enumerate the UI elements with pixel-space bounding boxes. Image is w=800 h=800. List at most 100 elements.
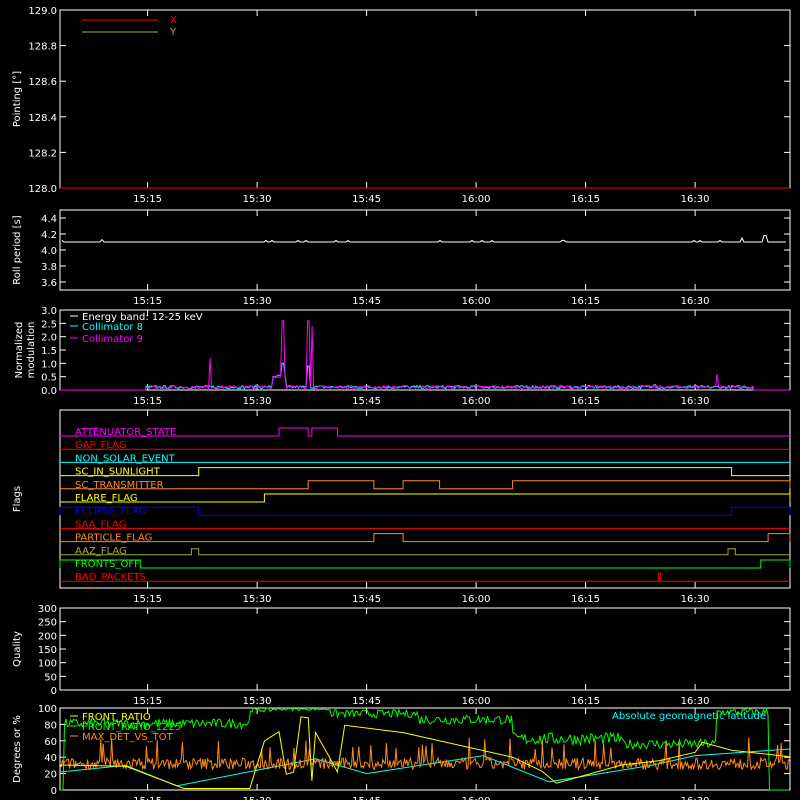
y-axis-label: Pointing [°] <box>12 71 23 127</box>
y-tick-label: 4.4 <box>41 214 57 225</box>
flag-label-aaz_flag: AAZ_FLAG <box>75 546 127 557</box>
x-tick-label: 16:00 <box>462 296 491 307</box>
x-tick-label: 16:15 <box>571 796 600 800</box>
y-tick-label: 128.6 <box>28 77 57 88</box>
flag-label-bad_packets: BAD_PACKETS <box>75 572 146 583</box>
x-tick-label: 15:45 <box>352 594 381 605</box>
x-tick-label: 15:15 <box>133 194 162 205</box>
y-axis-label: modulation <box>26 322 37 379</box>
flag-line-sc_in_sunlight <box>60 467 790 477</box>
y-tick-label: 50 <box>44 672 57 683</box>
y-axis-label: Flags <box>12 486 23 512</box>
x-tick-label: 16:00 <box>462 594 491 605</box>
y-tick-label: 0 <box>51 686 57 697</box>
flag-line-bad_packets <box>60 572 790 582</box>
flag-label-eclipse_flag: ECLIPSE_FLAG <box>75 506 146 517</box>
y-tick-label: 300 <box>38 604 57 615</box>
x-tick-label: 15:30 <box>243 194 272 205</box>
flag-line-eclipse_flag <box>59 506 791 516</box>
panel-1-frame <box>59 209 791 291</box>
x-tick-label: 16:30 <box>681 796 710 800</box>
x-tick-label: 15:30 <box>243 594 272 605</box>
y-tick-label: 128.4 <box>28 113 57 124</box>
x-tick-label: 16:30 <box>681 296 710 307</box>
flag-label-gap_flag: GAP_FLAG <box>75 440 127 451</box>
y-tick-label: 3.8 <box>41 262 57 273</box>
flag-label-saa_flag: SAA_FLAG <box>75 519 126 530</box>
flag-label-particle_flag: PARTICLE_FLAG <box>75 533 152 544</box>
x-tick-label: 16:30 <box>681 594 710 605</box>
y-axis-label: Quality <box>12 631 23 667</box>
legend-label-collimator: Collimator 9 <box>82 334 143 345</box>
x-tick-label: 16:30 <box>681 396 710 407</box>
flag-label-non_solar_event: NON_SOLAR_EVENT <box>75 453 176 464</box>
panel-4-frame <box>59 607 791 691</box>
rhessi-summary-plot: 15:15 15:30 15:45 16:00 16:15 16:30 128.0 128.2… <box>12 6 791 800</box>
flag-label-sc_in_sunlight: SC_IN_SUNLIGHT <box>75 467 161 478</box>
x-tick-label: 15:30 <box>243 296 272 307</box>
y-tick-label: 100 <box>38 659 57 670</box>
x-tick-label: 15:45 <box>352 296 381 307</box>
y-tick-label: 128.8 <box>28 42 57 53</box>
y-tick-label: 4.2 <box>41 230 57 241</box>
legend-label-y: Y <box>169 27 177 38</box>
x-tick-label: 15:15 <box>133 594 162 605</box>
y-tick-label: 1.5 <box>41 346 57 357</box>
x-tick-label: 16:15 <box>571 194 600 205</box>
y-tick-label: 100 <box>38 704 57 715</box>
x-tick-label: 16:00 <box>462 696 491 707</box>
flag-line-sc_transmitter <box>60 480 791 490</box>
y-tick-label: 3.6 <box>41 278 57 289</box>
y-tick-label: 3.0 <box>41 306 57 317</box>
y-tick-label: 0.5 <box>41 373 57 384</box>
y-tick-label: 128.2 <box>28 148 57 159</box>
y-tick-label: 4.0 <box>41 246 57 257</box>
x-tick-label: 15:45 <box>352 796 381 800</box>
x-tick-label: 16:15 <box>571 696 600 707</box>
y-tick-label: 40 <box>44 753 57 764</box>
x-tick-label: 15:45 <box>352 194 381 205</box>
x-tick-label: 16:15 <box>571 594 600 605</box>
x-tick-label: 16:15 <box>571 296 600 307</box>
y-tick-label: 128.0 <box>28 184 57 195</box>
legend-label-collimator: Collimator 8 <box>82 322 143 333</box>
x-tick-label: 16:00 <box>462 796 491 800</box>
y-tick-label: 60 <box>44 737 57 748</box>
y-tick-label: 250 <box>38 618 57 629</box>
y-axis-label: Roll period [s] <box>12 215 23 284</box>
x-tick-label: 15:15 <box>133 796 162 800</box>
legend-label-max_det_vs_tot: MAX_DET_VS_TOT <box>82 732 174 743</box>
x-tick-label: 15:15 <box>133 396 162 407</box>
y-tick-label: 0.0 <box>41 386 57 397</box>
flag-label-attenuator_state: ATTENUATOR_STATE <box>75 427 176 438</box>
y-tick-label: 150 <box>38 645 57 656</box>
x-tick-label: 15:15 <box>133 696 162 707</box>
y-tick-label: 129.0 <box>28 6 57 17</box>
collimator-9-line <box>60 320 790 391</box>
y-tick-label: 80 <box>44 720 57 731</box>
x-tick-label: 16:00 <box>462 194 491 205</box>
legend-label-geomagnetic-latitude: Absolute geomagnetic latitude <box>612 711 766 722</box>
y-tick-label: 1.0 <box>41 359 57 370</box>
y-tick-label: 0 <box>51 786 57 797</box>
y-tick-label: 200 <box>38 631 57 642</box>
y-tick-label: 2.5 <box>41 319 57 330</box>
flag-line-flare_flag <box>60 493 791 503</box>
y-axis-label: Degrees or % <box>12 715 23 783</box>
y-tick-label: 20 <box>44 770 57 781</box>
y-axis-label: Normalized <box>14 322 25 379</box>
legend-label-x: X <box>170 15 177 26</box>
x-tick-label: 15:30 <box>243 696 272 707</box>
flag-label-flare_flag: FLARE_FLAG <box>75 493 138 504</box>
x-tick-label: 16:30 <box>681 194 710 205</box>
x-tick-label: 15:30 <box>243 396 272 407</box>
x-tick-label: 16:00 <box>462 396 491 407</box>
x-tick-label: 16:15 <box>571 396 600 407</box>
x-tick-label: 15:45 <box>352 696 381 707</box>
x-tick-label: 15:45 <box>352 396 381 407</box>
y-tick-label: 2.0 <box>41 333 57 344</box>
x-tick-label: 15:30 <box>243 796 272 800</box>
flag-line-fronts_off <box>59 559 791 569</box>
flag-line-particle_flag <box>60 533 791 543</box>
roll-period-line <box>61 235 786 243</box>
